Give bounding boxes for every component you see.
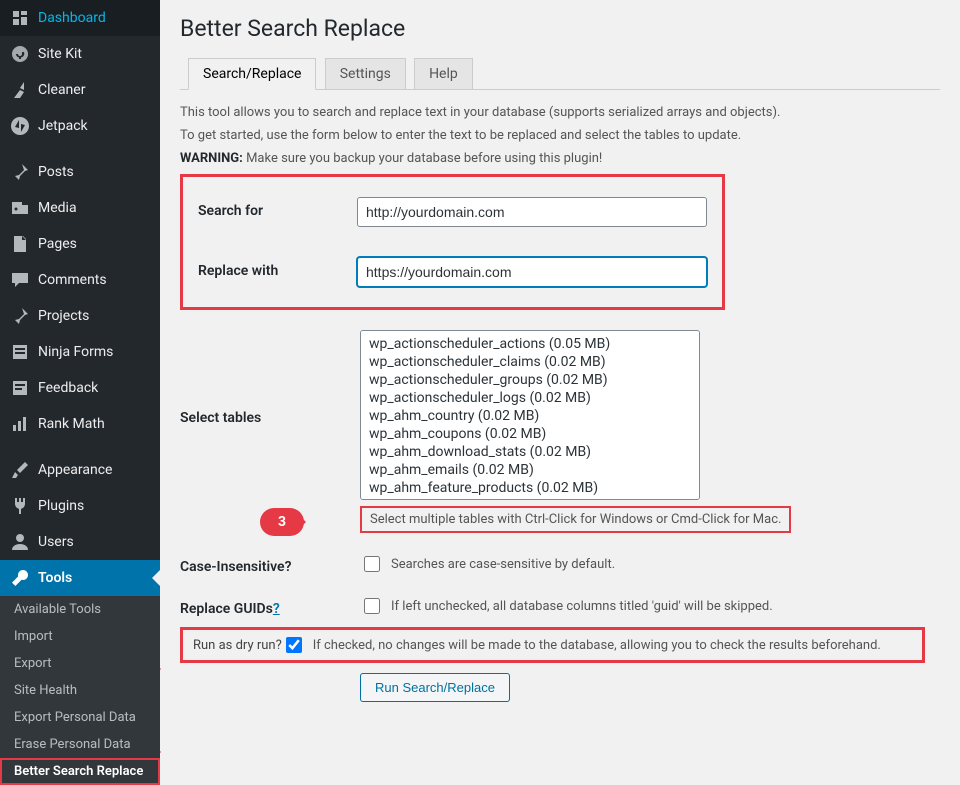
sidebar-item-label: Media <box>38 200 77 216</box>
sidebar-item-label: Projects <box>38 308 89 324</box>
sidebar-item-tools[interactable]: Tools <box>0 560 160 596</box>
sidebar-item-pages[interactable]: Pages <box>0 226 160 262</box>
table-option[interactable]: wp_actionscheduler_actions (0.05 MB) <box>367 335 693 353</box>
table-option[interactable]: wp_actionscheduler_groups (0.02 MB) <box>367 371 693 389</box>
warning-label: WARNING: <box>180 151 243 166</box>
sidebar-item-label: Tools <box>38 570 72 586</box>
table-option[interactable]: wp_actionscheduler_logs (0.02 MB) <box>367 389 693 407</box>
sidebar-item-label: Pages <box>38 236 77 252</box>
table-option[interactable]: wp_ahm_emails (0.02 MB) <box>367 461 693 479</box>
sidebar-item-projects[interactable]: Projects <box>0 298 160 334</box>
table-option[interactable]: wp_ahm_coupons (0.02 MB) <box>367 425 693 443</box>
tab-help[interactable]: Help <box>414 58 473 89</box>
case-insensitive-checkbox[interactable] <box>364 556 380 572</box>
broom-icon <box>10 80 30 100</box>
sidebar-item-label: Jetpack <box>38 118 88 134</box>
select-tables-label: Select tables <box>180 330 360 426</box>
warning-text: Make sure you backup your database befor… <box>243 151 602 166</box>
sidebar-item-label: Cleaner <box>38 82 85 98</box>
submenu-export[interactable]: Export <box>0 650 160 677</box>
sidebar-item-plugins[interactable]: Plugins <box>0 488 160 524</box>
dry-run-label: Run as dry run? <box>183 638 282 653</box>
sidebar-item-label: Comments <box>38 272 107 288</box>
replace-guids-label: Replace GUIDs? <box>180 595 360 617</box>
pin-icon <box>10 306 30 326</box>
tools-submenu: Available Tools Import Export Site Healt… <box>0 596 160 785</box>
sidebar-item-sitekit[interactable]: Site Kit <box>0 36 160 72</box>
replace-guids-desc: If left unchecked, all database columns … <box>391 599 773 614</box>
sidebar-item-comments[interactable]: Comments <box>0 262 160 298</box>
search-for-input[interactable] <box>357 197 707 227</box>
sidebar-item-users[interactable]: Users <box>0 524 160 560</box>
annotation-marker-3: 3 <box>260 508 304 536</box>
tab-bar: Search/Replace Settings Help <box>180 57 940 90</box>
replace-with-input[interactable] <box>357 257 707 287</box>
page-icon <box>10 234 30 254</box>
admin-sidebar: Dashboard Site Kit Cleaner Jetpack Posts… <box>0 0 160 785</box>
tab-search-replace[interactable]: Search/Replace <box>188 58 316 90</box>
table-option[interactable]: wp_ahm_feature_products (0.02 MB) <box>367 479 693 497</box>
sidebar-item-label: Feedback <box>38 380 98 396</box>
dry-run-highlight: Run as dry run? If checked, no changes w… <box>180 627 925 663</box>
submenu-export-personal-data[interactable]: Export Personal Data <box>0 704 160 731</box>
tab-settings[interactable]: Settings <box>325 58 406 89</box>
user-icon <box>10 532 30 552</box>
sidebar-item-ninjaforms[interactable]: Ninja Forms <box>0 334 160 370</box>
sidebar-item-appearance[interactable]: Appearance <box>0 447 160 488</box>
sidebar-item-label: Dashboard <box>38 10 106 26</box>
jetpack-icon <box>10 116 30 136</box>
dry-run-checkbox[interactable] <box>286 637 302 653</box>
dashboard-icon <box>10 8 30 28</box>
table-option[interactable]: wp_ahm_country (0.02 MB) <box>367 407 693 425</box>
wrench-icon <box>10 568 30 588</box>
case-insensitive-desc: Searches are case-sensitive by default. <box>391 557 615 572</box>
replace-guids-checkbox[interactable] <box>364 598 380 614</box>
comment-icon <box>10 270 30 290</box>
plug-icon <box>10 496 30 516</box>
form-icon <box>10 342 30 362</box>
select-tables-list[interactable]: wp_actionscheduler_actions (0.05 MB) wp_… <box>360 330 700 500</box>
replace-with-label: Replace with <box>198 257 357 279</box>
submenu-available-tools[interactable]: Available Tools <box>0 596 160 623</box>
replace-guids-help[interactable]: ? <box>273 601 280 617</box>
run-search-replace-button[interactable]: Run Search/Replace <box>360 673 510 702</box>
sitekit-icon <box>10 44 30 64</box>
dry-run-desc: If checked, no changes will be made to t… <box>313 638 881 653</box>
media-icon <box>10 198 30 218</box>
submenu-erase-personal-data[interactable]: Erase Personal Data <box>0 731 160 758</box>
sidebar-item-rankmath[interactable]: Rank Math <box>0 406 160 442</box>
warning-line: WARNING: Make sure you backup your datab… <box>180 151 940 166</box>
chart-icon <box>10 414 30 434</box>
table-option[interactable]: wp_actionscheduler_claims (0.02 MB) <box>367 353 693 371</box>
sidebar-item-label: Rank Math <box>38 416 105 432</box>
sidebar-item-jetpack[interactable]: Jetpack <box>0 108 160 144</box>
submenu-better-search-replace[interactable]: Better Search Replace <box>0 758 160 785</box>
sidebar-item-dashboard[interactable]: Dashboard <box>0 0 160 36</box>
sidebar-item-posts[interactable]: Posts <box>0 149 160 190</box>
sidebar-item-label: Site Kit <box>38 46 82 62</box>
sidebar-item-label: Posts <box>38 164 74 180</box>
sidebar-item-cleaner[interactable]: Cleaner <box>0 72 160 108</box>
sidebar-item-label: Plugins <box>38 498 84 514</box>
pin-icon <box>10 162 30 182</box>
page-title: Better Search Replace <box>180 15 940 42</box>
sidebar-item-label: Ninja Forms <box>38 344 113 360</box>
sidebar-item-label: Users <box>38 534 74 550</box>
sidebar-item-media[interactable]: Media <box>0 190 160 226</box>
brush-icon <box>10 460 30 480</box>
search-for-label: Search for <box>198 197 357 219</box>
intro-line-1: This tool allows you to search and repla… <box>180 105 940 120</box>
table-option[interactable]: wp_ahm_download_stats (0.02 MB) <box>367 443 693 461</box>
select-tables-hint: Select multiple tables with Ctrl-Click f… <box>360 506 791 533</box>
sidebar-item-label: Appearance <box>38 462 112 478</box>
main-content: Better Search Replace Search/Replace Set… <box>160 0 960 785</box>
search-replace-highlight: Search for Replace with <box>180 174 725 310</box>
form-icon <box>10 378 30 398</box>
intro-line-2: To get started, use the form below to en… <box>180 128 940 143</box>
sidebar-item-feedback[interactable]: Feedback <box>0 370 160 406</box>
submenu-site-health[interactable]: Site Health <box>0 677 160 704</box>
case-insensitive-label: Case-Insensitive? <box>180 553 360 575</box>
submenu-import[interactable]: Import <box>0 623 160 650</box>
